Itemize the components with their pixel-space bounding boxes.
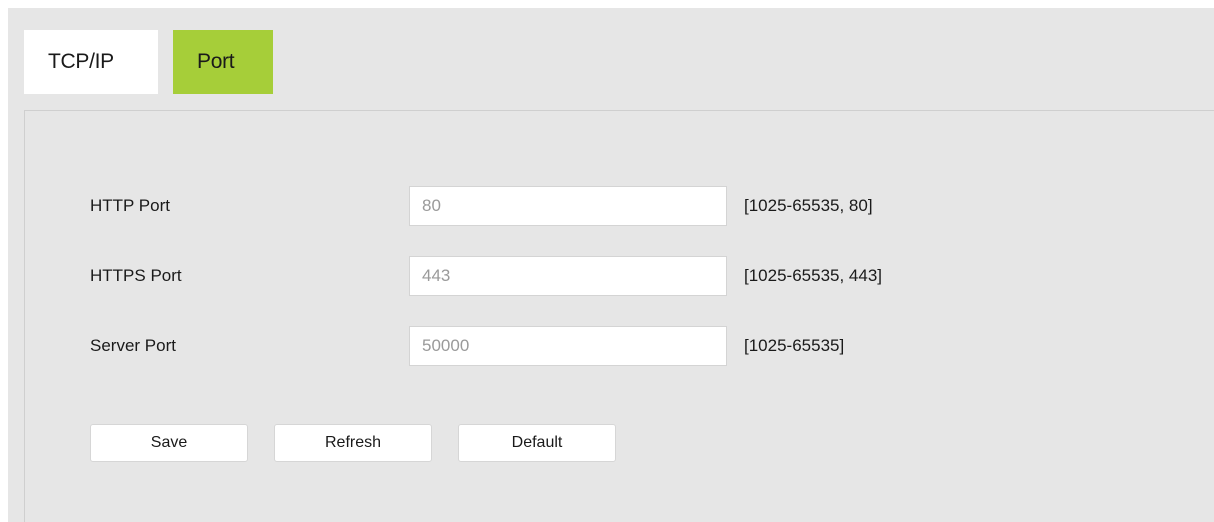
tab-bar: TCP/IP Port: [24, 30, 273, 102]
https-port-label: HTTPS Port: [90, 266, 182, 285]
tab-port[interactable]: Port: [173, 30, 273, 94]
server-port-input[interactable]: [409, 326, 727, 366]
server-port-range: [1025-65535]: [744, 336, 845, 355]
http-port-range: [1025-65535, 80]: [744, 196, 873, 215]
http-port-label: HTTP Port: [90, 196, 170, 215]
http-port-input[interactable]: [409, 186, 727, 226]
tab-tcpip-label: TCP/IP: [48, 50, 114, 73]
https-port-row: HTTPS Port [1025-65535, 443]: [25, 256, 1214, 296]
https-port-input[interactable]: [409, 256, 727, 296]
refresh-button[interactable]: Refresh: [274, 424, 432, 462]
settings-panel: TCP/IP Port HTTP Port [1025-65535, 80] H…: [8, 8, 1214, 522]
https-port-range: [1025-65535, 443]: [744, 266, 883, 285]
http-port-row: HTTP Port [1025-65535, 80]: [25, 186, 1214, 226]
default-button[interactable]: Default: [458, 424, 616, 462]
server-port-row: Server Port [1025-65535]: [25, 326, 1214, 366]
server-port-label: Server Port: [90, 336, 176, 355]
tab-tcpip[interactable]: TCP/IP: [24, 30, 158, 94]
save-button[interactable]: Save: [90, 424, 248, 462]
port-settings-form: HTTP Port [1025-65535, 80] HTTPS Port [1…: [24, 110, 1214, 522]
tab-port-label: Port: [197, 50, 235, 73]
